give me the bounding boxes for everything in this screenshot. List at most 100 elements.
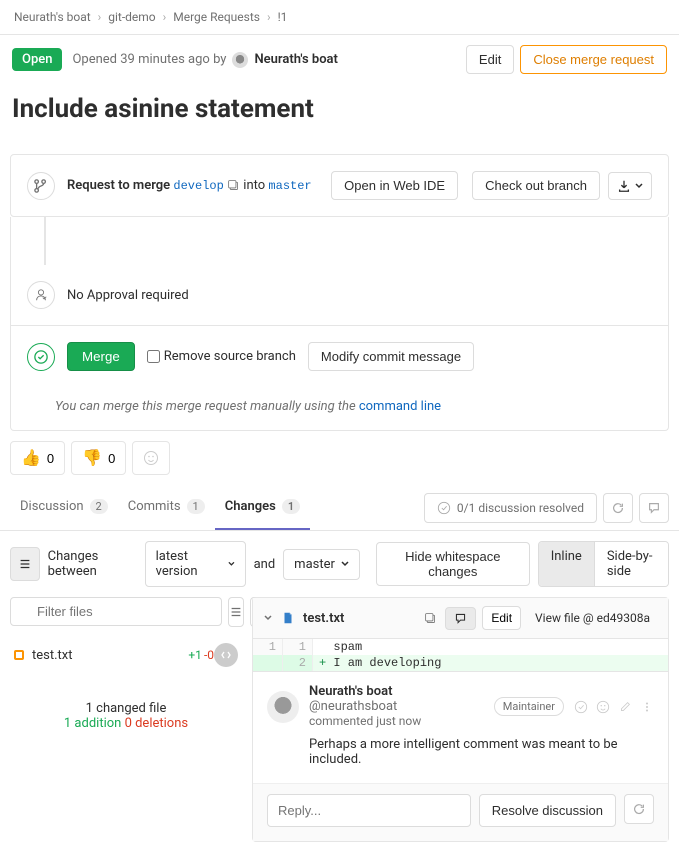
toggle-sidebyside[interactable]: Side-by-side: [594, 542, 668, 586]
file-sidebar: test.txt +1 -0 1 changed file 1 addition…: [10, 597, 242, 731]
copy-path-icon[interactable]: [424, 612, 437, 625]
remove-branch-checkbox[interactable]: Remove source branch: [147, 349, 296, 364]
download-icon: [617, 179, 631, 193]
approval-icon: [27, 281, 55, 309]
open-web-ide-button[interactable]: Open in Web IDE: [331, 171, 458, 200]
reply-input[interactable]: [267, 794, 471, 827]
file-row[interactable]: test.txt +1 -0: [10, 637, 242, 673]
file-name: test.txt: [32, 648, 188, 663]
version-from-dropdown[interactable]: latest version: [145, 541, 246, 587]
list-view-button[interactable]: [228, 597, 244, 627]
edit-button[interactable]: Edit: [466, 45, 514, 74]
thumbs-up-button[interactable]: 👍 0: [10, 441, 65, 475]
list-icon: [229, 605, 243, 619]
source-branch[interactable]: develop: [173, 179, 223, 193]
tab-commits-count: 1: [187, 499, 205, 514]
comment-time: commented just now: [309, 714, 421, 728]
summary-count: 1 changed file: [10, 701, 242, 716]
thumbs-up-count: 0: [47, 451, 54, 466]
filter-files-input[interactable]: [10, 597, 222, 626]
close-mr-button[interactable]: Close merge request: [520, 45, 667, 74]
file-additions: +1: [188, 648, 202, 662]
tab-discussion-label: Discussion: [20, 499, 84, 514]
edit-file-button[interactable]: Edit: [482, 606, 521, 630]
tab-changes-label: Changes: [225, 499, 276, 514]
approval-merge-card: No Approval required Merge Remove source…: [10, 265, 669, 431]
hide-whitespace-button[interactable]: Hide whitespace changes: [376, 542, 530, 586]
tab-commits[interactable]: Commits 1: [118, 485, 215, 530]
tab-changes[interactable]: Changes 1: [215, 485, 310, 530]
crumb-section[interactable]: Merge Requests: [173, 10, 260, 24]
thumbs-up-icon: 👍: [21, 448, 41, 468]
thumbs-down-button[interactable]: 👎 0: [71, 441, 126, 475]
copy-icon[interactable]: [227, 179, 240, 192]
resolve-discussion-button[interactable]: Resolve discussion: [479, 794, 616, 827]
command-line-link[interactable]: command line: [359, 399, 441, 414]
merge-icon: [27, 172, 55, 200]
opened-text: Opened 39 minutes ago by: [72, 52, 226, 67]
tab-changes-count: 1: [282, 499, 300, 514]
breadcrumb: Neurath's boat › git-demo › Merge Reques…: [0, 0, 679, 35]
diff-file-name: test.txt: [303, 611, 416, 626]
refresh-icon: [632, 802, 646, 816]
jump-next-button[interactable]: [624, 794, 654, 824]
avatar: [267, 691, 299, 723]
version-to-label: master: [294, 557, 335, 572]
file-browser-toggle[interactable]: [10, 547, 40, 581]
version-to-dropdown[interactable]: master: [283, 549, 360, 580]
edit-icon[interactable]: [618, 700, 632, 714]
crumb-id[interactable]: !1: [278, 10, 288, 24]
summary-adds: 1 addition: [64, 716, 121, 731]
tab-discussion[interactable]: Discussion 2: [10, 485, 118, 530]
reply-area: Resolve discussion: [253, 783, 668, 841]
comment-author[interactable]: Neurath's boat: [309, 684, 392, 699]
tabs-bar: Discussion 2 Commits 1 Changes 1 0/1 dis…: [0, 485, 679, 531]
refresh-icon: [611, 501, 625, 515]
checkout-branch-button[interactable]: Check out branch: [472, 171, 600, 200]
toggle-inline[interactable]: Inline: [539, 542, 594, 586]
modify-commit-button[interactable]: Modify commit message: [308, 342, 474, 371]
line-num-old: 1: [253, 639, 283, 655]
hamburger-icon: [18, 557, 32, 571]
version-from-label: latest version: [156, 549, 222, 579]
merge-widget: Request to merge develop into master Ope…: [10, 154, 669, 217]
file-summary: 1 changed file 1 addition 0 deletions: [10, 701, 242, 731]
collapse-icon[interactable]: [263, 613, 273, 623]
merge-button[interactable]: Merge: [67, 342, 135, 371]
merge-row: Request to merge develop into master: [67, 178, 319, 193]
resolved-box: 0/1 discussion resolved: [424, 493, 597, 523]
toggle-comments-button[interactable]: [445, 607, 476, 630]
tab-commits-label: Commits: [128, 499, 181, 514]
target-branch[interactable]: master: [268, 179, 311, 193]
pipeline-gap: [10, 217, 669, 265]
resolved-text: 0/1 discussion resolved: [457, 501, 584, 515]
crumb-sep: ›: [163, 10, 167, 24]
jump-discussion-button[interactable]: [639, 493, 669, 523]
diff-controls: Changes between latest version and maste…: [0, 531, 679, 597]
download-dropdown[interactable]: [608, 172, 652, 200]
crumb-group[interactable]: Neurath's boat: [14, 10, 91, 24]
line-content: + I am developing: [313, 655, 668, 671]
comment-handle[interactable]: @neurathsboat: [309, 699, 397, 714]
author-name[interactable]: Neurath's boat: [254, 52, 337, 67]
remove-branch-input[interactable]: [147, 350, 160, 363]
changes-between-label: Changes between: [48, 549, 137, 579]
crumb-project[interactable]: git-demo: [108, 10, 155, 24]
emoji-icon[interactable]: [596, 700, 610, 714]
refresh-button[interactable]: [603, 493, 633, 523]
line-num-new: 2: [283, 655, 313, 671]
approval-text: No Approval required: [67, 288, 189, 303]
chevron-down-icon: [635, 182, 643, 190]
resolve-icon[interactable]: [574, 700, 588, 714]
mr-header: Open Opened 39 minutes ago by Neurath's …: [0, 35, 679, 84]
view-file-link[interactable]: View file @ ed49308a: [527, 607, 658, 629]
request-label: Request to merge: [67, 178, 170, 193]
file-deletions: -0: [204, 648, 214, 662]
resize-handle[interactable]: [214, 643, 238, 667]
reactions: 👍 0 👎 0: [0, 431, 679, 485]
manual-text: You can merge this merge request manuall…: [55, 399, 359, 414]
add-reaction-button[interactable]: [132, 441, 170, 475]
comment-body: Perhaps a more intelligent comment was m…: [267, 729, 654, 771]
more-icon[interactable]: [640, 700, 654, 714]
diff-line-added: 2 + I am developing: [253, 655, 668, 671]
